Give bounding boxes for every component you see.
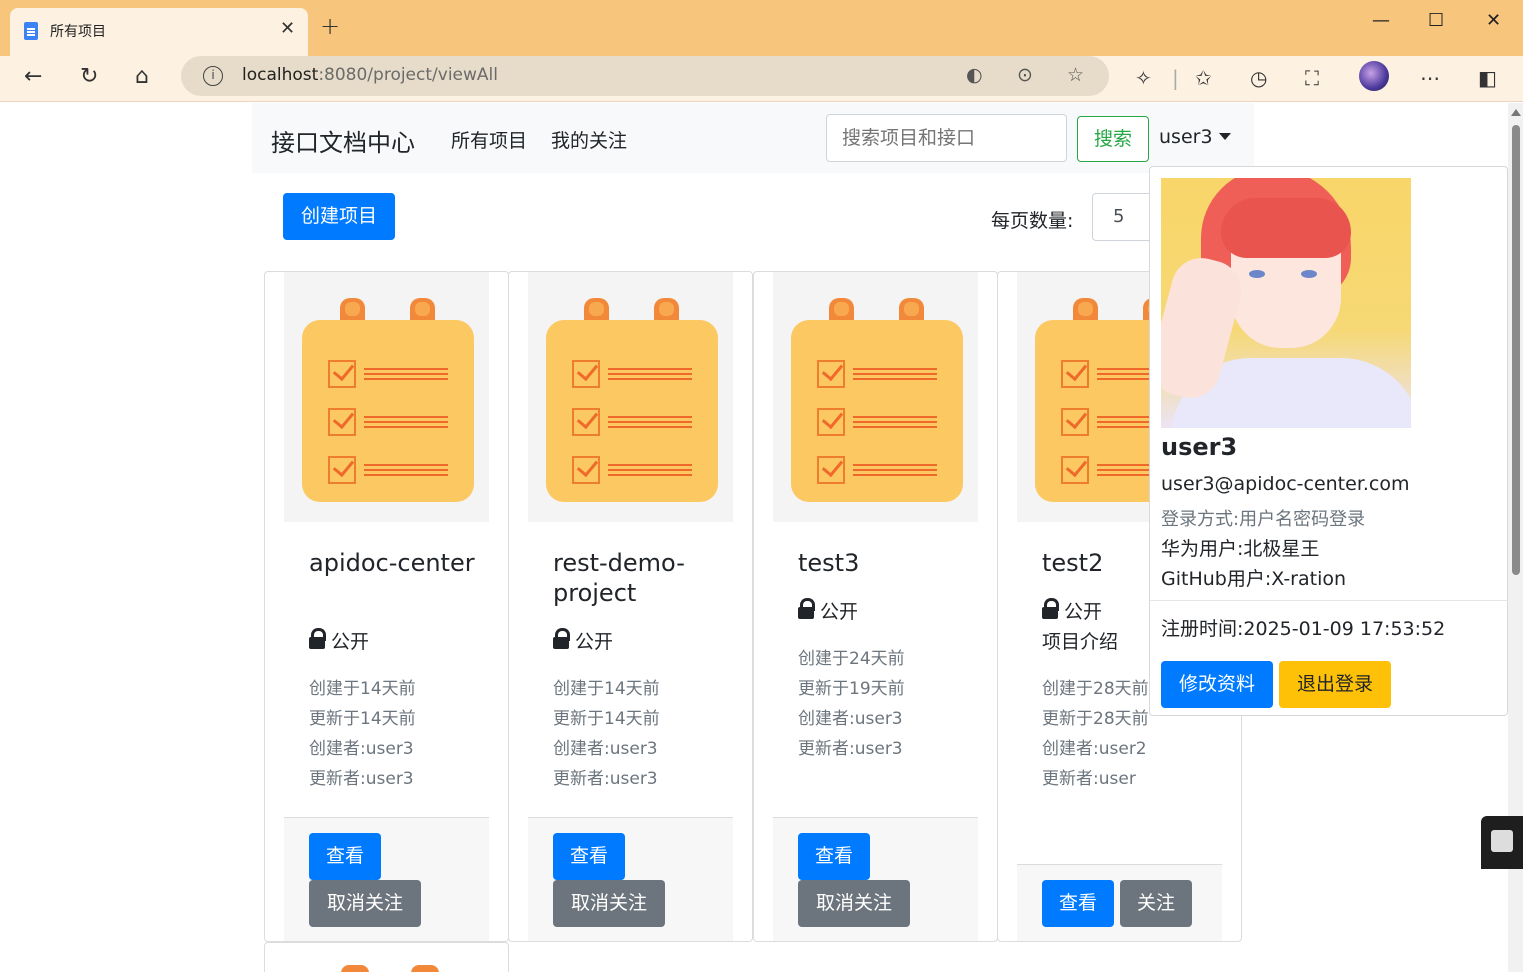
edge-icon[interactable]: ◐: [966, 64, 983, 86]
unfollow-button[interactable]: 取消关注: [798, 880, 910, 927]
new-tab-icon[interactable]: +: [320, 12, 340, 40]
extensions-icon[interactable]: ✧: [1135, 66, 1152, 90]
refresh-icon[interactable]: ↻: [80, 64, 98, 89]
toolbar-divider: |: [1172, 66, 1179, 90]
site-brand[interactable]: 接口文档中心: [271, 123, 415, 158]
minimize-icon[interactable]: —: [1372, 10, 1390, 31]
project-meta: 创建于14天前 更新于14天前 创建者:user3 更新者:user3: [309, 679, 416, 789]
project-card: test3 公开 创建于24天前 更新于19天前 创建者:user3 更新者:use…: [753, 271, 998, 942]
card-footer: 查看 取消关注: [284, 817, 489, 941]
project-title[interactable]: rest-demo-project: [553, 548, 733, 608]
view-button[interactable]: 查看: [553, 833, 625, 880]
view-button[interactable]: 查看: [309, 833, 381, 880]
visibility-label: 公开: [309, 627, 369, 654]
top-navbar: 接口文档中心 所有项目 我的关注 搜索 user3: [252, 103, 1254, 173]
user-dropdown-menu: user3 user3@apidoc-center.com 登录方式:用户名密码…: [1149, 166, 1508, 716]
logout-button[interactable]: 退出登录: [1279, 661, 1391, 708]
search-input[interactable]: [826, 114, 1067, 162]
visibility-label: 公开: [1042, 597, 1102, 624]
project-image: [284, 272, 489, 522]
nav-my-follows[interactable]: 我的关注: [551, 126, 627, 153]
history-icon[interactable]: ◷: [1250, 66, 1267, 90]
address-bar[interactable]: i localhost:8080/project/viewAll ◐ ⊙ ☆: [181, 56, 1109, 96]
user-avatar: [1161, 178, 1411, 428]
scroll-up-icon[interactable]: [1511, 109, 1521, 116]
profile-avatar-icon[interactable]: [1359, 61, 1389, 91]
github-user: GitHub用户:X-ration: [1161, 568, 1347, 590]
maximize-icon[interactable]: ☐: [1428, 10, 1444, 31]
card-footer: 查看 取消关注: [773, 817, 978, 941]
project-description: 项目介绍: [1042, 631, 1119, 653]
user-dropdown-toggle[interactable]: user3: [1159, 126, 1231, 148]
visibility-label: 公开: [553, 627, 613, 654]
per-page-label: 每页数量:: [991, 210, 1074, 232]
back-icon[interactable]: ←: [24, 64, 42, 89]
user-email: user3@apidoc-center.com: [1161, 473, 1410, 495]
divider: [1150, 600, 1508, 601]
project-meta: 创建于28天前 更新于28天前 创建者:user2 更新者:user: [1042, 679, 1149, 789]
unfollow-button[interactable]: 取消关注: [309, 880, 421, 927]
favorite-star-icon[interactable]: ☆: [1067, 64, 1084, 86]
project-meta: 创建于24天前 更新于19天前 创建者:user3 更新者:user3: [798, 649, 905, 759]
follow-button[interactable]: 关注: [1120, 880, 1192, 927]
huawei-user: 华为用户:北极星王: [1161, 538, 1320, 560]
more-options-icon[interactable]: ⊙: [1017, 64, 1033, 86]
project-image: [773, 272, 978, 522]
browser-tab-bar: 所有项目 ✕ + — ☐ ✕: [0, 0, 1523, 56]
nav-all-projects[interactable]: 所有项目: [451, 126, 527, 153]
screenshot-icon[interactable]: ⛶: [1305, 66, 1319, 90]
url-text: localhost:8080/project/viewAll: [242, 65, 498, 85]
tab-title: 所有项目: [50, 24, 106, 40]
project-card: apidoc-center 公开 创建于14天前 更新于14天前 创建者:user…: [264, 271, 509, 942]
browser-toolbar: ← ↻ ⌂ i localhost:8080/project/viewAll ◐…: [0, 56, 1523, 102]
document-icon: [24, 22, 38, 40]
floating-widget-icon[interactable]: [1481, 816, 1523, 869]
project-card: rest-demo-project 公开 创建于14天前 更新于14天前 创建者:…: [508, 271, 753, 942]
settings-more-icon[interactable]: ⋯: [1420, 66, 1440, 90]
home-icon[interactable]: ⌂: [135, 64, 149, 89]
create-project-button[interactable]: 创建项目: [283, 193, 395, 240]
unfollow-button[interactable]: 取消关注: [553, 880, 665, 927]
project-card: [264, 942, 509, 972]
search-button[interactable]: 搜索: [1077, 116, 1149, 162]
unlock-icon: [553, 628, 570, 649]
login-method: 登录方式:用户名密码登录: [1161, 509, 1366, 530]
view-button[interactable]: 查看: [798, 833, 870, 880]
visibility-label: 公开: [798, 597, 858, 624]
project-image: [528, 272, 733, 522]
card-footer: 查看 取消关注: [528, 817, 733, 941]
page-content: 接口文档中心 所有项目 我的关注 搜索 user3 创建项目 每页数量: 5 a…: [0, 103, 1508, 972]
user-name: user3: [1161, 433, 1238, 461]
close-tab-icon[interactable]: ✕: [280, 18, 295, 39]
card-footer: 查看 关注: [1017, 864, 1222, 941]
browser-tab[interactable]: 所有项目 ✕: [10, 8, 308, 56]
project-meta: 创建于14天前 更新于14天前 创建者:user3 更新者:user3: [553, 679, 660, 789]
scroll-thumb[interactable]: [1512, 125, 1520, 575]
unlock-icon: [309, 628, 326, 649]
edit-profile-button[interactable]: 修改资料: [1161, 661, 1273, 708]
unlock-icon: [798, 598, 815, 619]
view-button[interactable]: 查看: [1042, 880, 1114, 927]
register-time: 注册时间:2025-01-09 17:53:52: [1161, 618, 1446, 640]
caret-down-icon: [1218, 133, 1231, 140]
sidebar-icon[interactable]: ◧: [1478, 66, 1497, 90]
project-title[interactable]: test3: [798, 548, 978, 578]
unlock-icon: [1042, 598, 1059, 619]
close-window-icon[interactable]: ✕: [1486, 10, 1501, 31]
info-icon[interactable]: i: [203, 66, 223, 86]
favorites-icon[interactable]: ✩: [1195, 66, 1212, 90]
project-title[interactable]: apidoc-center: [309, 548, 489, 578]
